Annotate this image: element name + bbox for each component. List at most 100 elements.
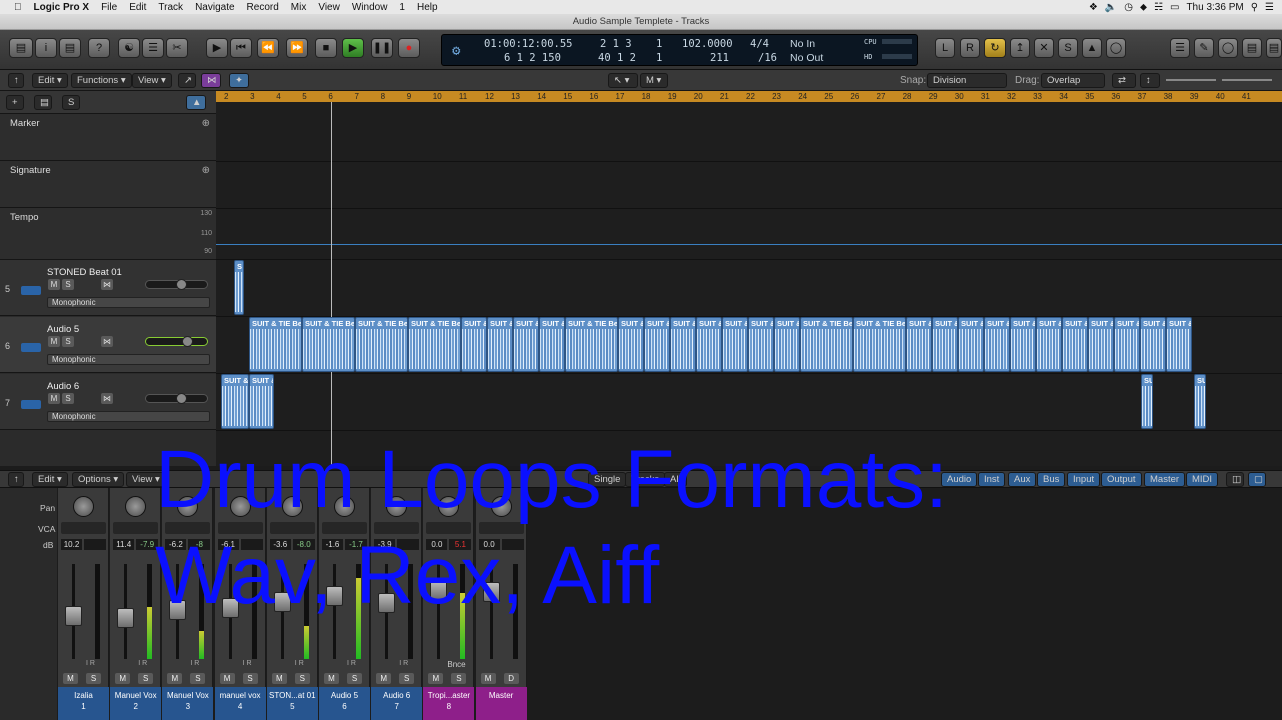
mute-button[interactable]: M: [376, 673, 392, 684]
smart-controls-button[interactable]: ☯: [118, 38, 140, 58]
menu-view[interactable]: View: [318, 2, 340, 13]
track-row-6[interactable]: 6 Audio 5 M S ⋈ Monophonic: [0, 317, 216, 373]
input-button[interactable]: I: [138, 660, 140, 667]
bluetooth-icon[interactable]: ⬥: [1140, 2, 1147, 13]
input-button[interactable]: I: [295, 660, 297, 667]
low-latency-button[interactable]: L: [935, 38, 955, 58]
menu-clock[interactable]: Thu 3:36 PM: [1186, 2, 1243, 13]
audio-region[interactable]: SUIT & TIE Be: [800, 317, 853, 372]
marker-track[interactable]: Marker ⊕: [0, 114, 216, 161]
input-button[interactable]: I: [86, 660, 88, 667]
channel-name[interactable]: Audio 5 6: [319, 687, 370, 720]
solo-button[interactable]: S: [62, 279, 74, 290]
mute-button[interactable]: M: [428, 673, 444, 684]
lcd-signature[interactable]: 4/4: [750, 38, 769, 50]
input-monitor-button[interactable]: ⋈: [101, 279, 113, 290]
drag-select[interactable]: Overlap: [1041, 73, 1105, 88]
list-editors-button[interactable]: ☰: [1170, 38, 1190, 58]
input-monitor-button[interactable]: ⋈: [101, 336, 113, 347]
time-machine-icon[interactable]: ◷: [1124, 2, 1133, 13]
bounce-button[interactable]: Bnce: [447, 660, 465, 669]
back-button[interactable]: ↑: [8, 73, 24, 88]
quick-help-button[interactable]: ?: [88, 38, 110, 58]
volume-slider[interactable]: [145, 336, 208, 347]
audio-region[interactable]: SUIT &: [670, 317, 696, 372]
audio-region[interactable]: SUIT &: [774, 317, 800, 372]
dropbox-icon[interactable]: ❖: [1089, 2, 1098, 13]
vertical-zoom-slider[interactable]: [1166, 79, 1216, 81]
volume-db[interactable]: 11.4: [113, 539, 135, 550]
input-record-buttons[interactable]: I R: [190, 660, 199, 667]
mixer-edit-menu[interactable]: Edit ▾: [32, 472, 68, 487]
solo-button[interactable]: S: [190, 673, 206, 684]
metronome-button[interactable]: ▲: [1082, 38, 1102, 58]
spotlight-icon[interactable]: ⚲: [1251, 2, 1258, 13]
mode-select[interactable]: Monophonic: [47, 411, 210, 422]
menu-help[interactable]: Help: [417, 2, 438, 13]
notification-icon[interactable]: ☰: [1265, 2, 1274, 13]
add-marker-icon[interactable]: ⊕: [202, 118, 210, 129]
folder-button[interactable]: ▤: [34, 95, 52, 110]
play-button[interactable]: ▶: [342, 38, 364, 58]
pointer-tool[interactable]: ↖ ▾: [608, 73, 638, 88]
input-record-buttons[interactable]: I R: [243, 660, 252, 667]
input-record-buttons[interactable]: I R: [399, 660, 408, 667]
input-button[interactable]: I: [347, 660, 349, 667]
volume-fader[interactable]: [117, 608, 135, 628]
playhead[interactable]: [331, 102, 332, 466]
solo-button[interactable]: S: [242, 673, 258, 684]
narrow-channel-button[interactable]: ◫: [1226, 472, 1244, 487]
audio-region[interactable]: SUIT &: [1010, 317, 1036, 372]
menu-file[interactable]: File: [101, 2, 117, 13]
channel-name[interactable]: STON...at 01 5: [266, 687, 318, 720]
menu-navigate[interactable]: Navigate: [195, 2, 234, 13]
mute-button[interactable]: M: [271, 673, 287, 684]
channel-name[interactable]: manuel vox 4: [214, 687, 266, 720]
audio-region[interactable]: SUIT &: [539, 317, 565, 372]
menu-record[interactable]: Record: [247, 2, 279, 13]
lcd-tempo[interactable]: 102.0000: [682, 38, 733, 50]
marquee-tool[interactable]: M ▾: [640, 73, 668, 88]
snap-select[interactable]: Division: [927, 73, 1007, 88]
lcd-display[interactable]: ⚙ 01:00:12:00.55 2 1 3 1 102.0000 4/4 No…: [441, 34, 918, 66]
count-in-button[interactable]: ◯: [1106, 38, 1126, 58]
audio-region[interactable]: SUIT &: [644, 317, 670, 372]
channel-name[interactable]: Manuel Vox 3: [162, 687, 214, 720]
arrange-area[interactable]: S SUIT & SUIT & SU SU SUIT & TIE BeSUIT …: [216, 102, 1282, 466]
record-enable-button[interactable]: R: [351, 660, 356, 667]
audio-region[interactable]: SUIT &: [1140, 317, 1166, 372]
audio-region[interactable]: SU: [1194, 374, 1206, 429]
tracks-view-menu[interactable]: View ▾: [132, 73, 172, 88]
track-name[interactable]: Audio 5: [47, 324, 79, 335]
extra-button[interactable]: ▤: [1266, 38, 1282, 58]
solo-button[interactable]: S: [451, 673, 467, 684]
audio-region[interactable]: SUIT & TIE Be: [853, 317, 906, 372]
record-enable-button[interactable]: R: [90, 660, 95, 667]
record-enable-button[interactable]: R: [403, 660, 408, 667]
audio-region[interactable]: SUIT &: [249, 374, 274, 429]
replace-button[interactable]: R: [960, 38, 980, 58]
input-record-buttons[interactable]: I R: [295, 660, 304, 667]
solo-button[interactable]: S: [399, 673, 415, 684]
fast-forward-button[interactable]: ⏩: [286, 38, 308, 58]
pan-knob[interactable]: [125, 496, 147, 517]
volume-slider[interactable]: [145, 279, 208, 290]
battery-icon[interactable]: ▭: [1170, 2, 1179, 13]
volume-knob[interactable]: [182, 336, 193, 347]
audio-region[interactable]: SUIT & TIE Be: [408, 317, 461, 372]
audio-region[interactable]: SUIT & TIE Be: [249, 317, 302, 372]
audio-region[interactable]: SUIT & TIE Be: [565, 317, 618, 372]
channel-name[interactable]: Tropi...aster 8: [423, 687, 475, 720]
filter-midi[interactable]: MIDI: [1186, 472, 1219, 487]
pan-knob[interactable]: [73, 496, 94, 517]
input-record-buttons[interactable]: I R: [138, 660, 147, 667]
mode-select[interactable]: Monophonic: [47, 354, 210, 365]
global-solo-button[interactable]: S: [62, 95, 80, 110]
tempo-line[interactable]: [216, 244, 1282, 245]
rewind-button[interactable]: ⏪: [257, 38, 279, 58]
solo-button[interactable]: S: [62, 336, 74, 347]
toolbar-button[interactable]: ▤: [59, 38, 81, 58]
tracks-functions-menu[interactable]: Functions ▾: [71, 73, 132, 88]
audio-region[interactable]: SUIT &: [221, 374, 249, 429]
audio-region[interactable]: SUIT &: [461, 317, 487, 372]
